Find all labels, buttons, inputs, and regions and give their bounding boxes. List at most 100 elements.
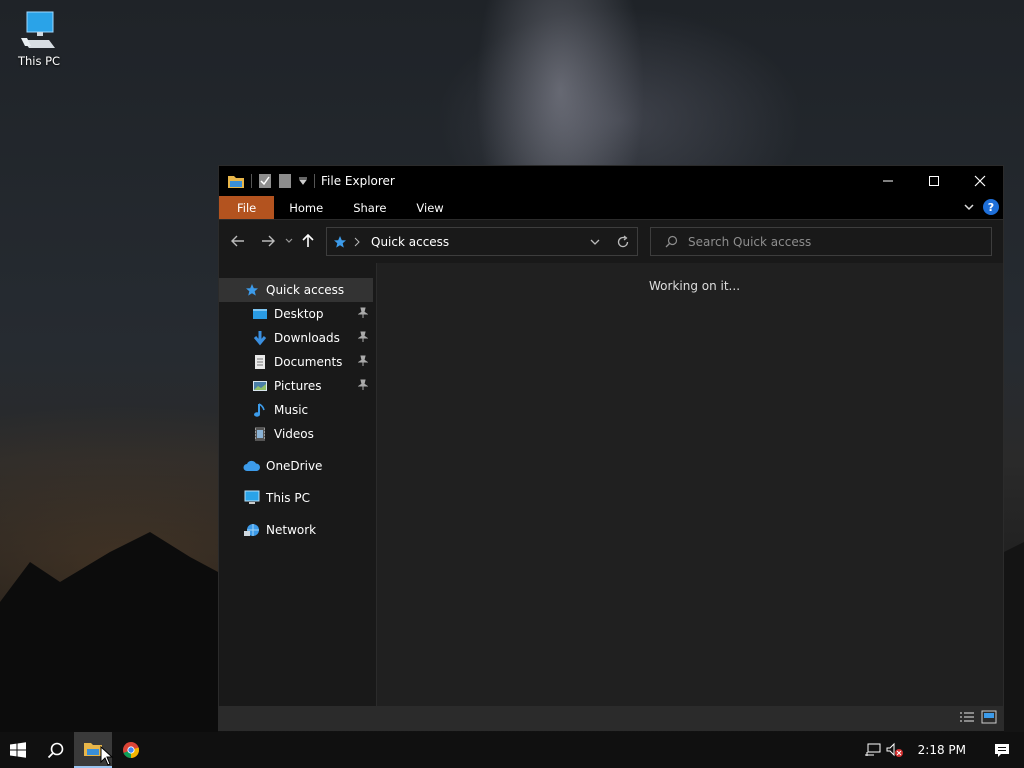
- tab-view[interactable]: View: [401, 196, 458, 219]
- network-wired-icon: [864, 743, 881, 756]
- details-view-icon[interactable]: [959, 710, 975, 724]
- navigation-bar: Quick access: [219, 220, 1003, 262]
- large-icons-view-icon[interactable]: [981, 710, 997, 724]
- file-explorer-window: File Explorer File Home Share View ? Qui…: [218, 165, 1004, 731]
- nav-item-onedrive[interactable]: OneDrive: [219, 454, 376, 478]
- start-button[interactable]: [0, 732, 36, 768]
- clock[interactable]: 2:18 PM: [918, 743, 966, 757]
- pin-icon[interactable]: [358, 307, 368, 319]
- window-title: File Explorer: [321, 174, 395, 188]
- up-button[interactable]: [297, 228, 319, 254]
- nav-item-label: Desktop: [274, 307, 324, 321]
- forward-button[interactable]: [255, 228, 281, 254]
- desktop-folder-icon: [251, 305, 269, 323]
- nav-item-label: This PC: [266, 491, 310, 505]
- new-folder-icon[interactable]: [278, 173, 292, 189]
- videos-icon: [251, 425, 269, 443]
- search-input[interactable]: [688, 234, 968, 249]
- properties-icon[interactable]: [258, 173, 272, 189]
- pin-icon[interactable]: [358, 331, 368, 343]
- nav-item-network[interactable]: Network: [219, 518, 376, 542]
- onedrive-cloud-icon: [243, 457, 261, 475]
- nav-item-label: Network: [266, 523, 317, 537]
- close-button[interactable]: [957, 166, 1003, 196]
- nav-item-label: OneDrive: [266, 459, 323, 473]
- search-button[interactable]: [36, 732, 74, 768]
- breadcrumb-quick-access[interactable]: Quick access: [371, 235, 449, 249]
- pictures-icon: [251, 377, 269, 395]
- back-arrow-icon: [231, 235, 244, 247]
- pin-icon[interactable]: [358, 379, 368, 391]
- this-pc-icon: [243, 489, 261, 507]
- maximize-icon: [929, 176, 939, 186]
- documents-icon: [251, 353, 269, 371]
- up-arrow-icon: [302, 234, 314, 247]
- nav-item-music[interactable]: Music: [219, 398, 376, 422]
- navigation-pane: Quick access Desktop Downloads Documents…: [219, 263, 377, 707]
- minimize-button[interactable]: [865, 166, 911, 196]
- minimize-icon: [883, 180, 893, 182]
- quick-access-star-icon: [243, 281, 261, 299]
- window-controls: [865, 166, 1003, 196]
- this-pc-icon: [21, 11, 55, 48]
- nav-item-documents[interactable]: Documents: [219, 350, 376, 374]
- start-icon: [10, 742, 26, 758]
- desktop-icon-this-pc[interactable]: This PC: [8, 8, 70, 76]
- network-tray-button[interactable]: [862, 742, 884, 758]
- chevron-down-icon: [590, 239, 600, 245]
- status-bar: [219, 706, 1003, 730]
- nav-item-downloads[interactable]: Downloads: [219, 326, 376, 350]
- search-icon: [665, 235, 678, 248]
- nav-item-this-pc[interactable]: This PC: [219, 486, 376, 510]
- music-icon: [251, 401, 269, 419]
- action-center-button[interactable]: [980, 743, 1024, 758]
- downloads-icon: [251, 329, 269, 347]
- nav-item-pictures[interactable]: Pictures: [219, 374, 376, 398]
- ribbon-tabs: File Home Share View ?: [219, 196, 1003, 220]
- maximize-button[interactable]: [911, 166, 957, 196]
- taskbar-chrome[interactable]: [112, 732, 150, 768]
- address-bar[interactable]: Quick access: [326, 227, 638, 256]
- nav-item-videos[interactable]: Videos: [219, 422, 376, 446]
- tab-file[interactable]: File: [219, 196, 275, 219]
- quick-access-star-icon: [334, 235, 346, 248]
- tab-home[interactable]: Home: [274, 196, 338, 219]
- nav-item-label: Documents: [274, 355, 343, 369]
- volume-tray-button[interactable]: [884, 742, 906, 758]
- nav-item-desktop[interactable]: Desktop: [219, 302, 376, 326]
- forward-arrow-icon: [262, 235, 275, 247]
- back-button[interactable]: [225, 228, 251, 254]
- breadcrumb-chevron-icon: [354, 237, 360, 246]
- notification-icon: [995, 743, 1009, 757]
- search-icon: [47, 742, 63, 758]
- recent-locations-button[interactable]: [281, 228, 297, 254]
- mouse-cursor-icon: [100, 746, 114, 766]
- nav-item-label: Videos: [274, 427, 314, 441]
- chevron-down-icon: [285, 238, 293, 243]
- desktop-icon-label: This PC: [17, 54, 61, 68]
- address-dropdown-button[interactable]: [581, 236, 609, 248]
- address-controls: [581, 228, 637, 255]
- quick-access-toolbar: [219, 173, 315, 189]
- folder-icon: [228, 176, 244, 188]
- chrome-icon: [123, 742, 140, 759]
- taskbar: 2:18 PM: [0, 732, 1024, 768]
- title-bar[interactable]: File Explorer: [219, 166, 1003, 196]
- nav-item-quick-access[interactable]: Quick access: [219, 278, 373, 302]
- nav-item-label: Quick access: [266, 283, 345, 297]
- refresh-icon: [617, 235, 629, 247]
- search-box[interactable]: [650, 227, 992, 256]
- separator: [251, 174, 252, 188]
- panes: Quick access Desktop Downloads Documents…: [219, 263, 1003, 707]
- pin-icon[interactable]: [358, 355, 368, 367]
- refresh-button[interactable]: [609, 235, 637, 249]
- help-icon[interactable]: ?: [983, 199, 999, 215]
- tab-share[interactable]: Share: [338, 196, 401, 219]
- expand-ribbon-chevron-icon[interactable]: [963, 201, 975, 213]
- separator: [314, 174, 315, 188]
- customize-toolbar-chevron-icon[interactable]: [298, 176, 308, 186]
- content-pane[interactable]: Working on it...: [377, 263, 1003, 707]
